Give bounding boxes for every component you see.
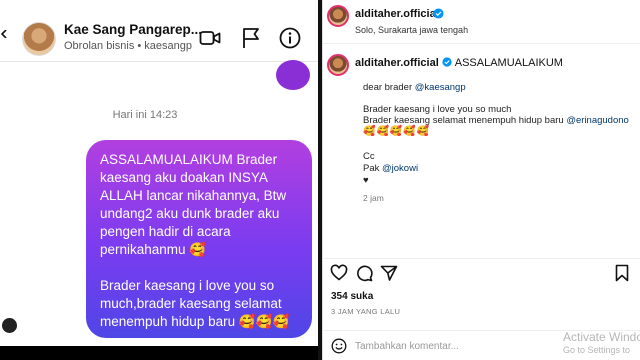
mention-kaesangp[interactable]: @kaesangp: [415, 82, 466, 93]
caption-time-ago: 2 jam: [363, 193, 384, 203]
caption-author-avatar[interactable]: [327, 54, 349, 76]
back-icon[interactable]: [0, 30, 8, 38]
windows-activation-watermark: Activate Windo: [563, 330, 640, 344]
contact-subtitle: Obrolan bisnis • kaesangp: [64, 40, 192, 52]
caption-header: alditaher.official ASSALAMUALAIKUM: [355, 57, 563, 69]
chat-timestamp: Hari ini 14:23: [112, 109, 178, 121]
verified-icon: [433, 8, 444, 19]
emoji-smiling-hearts-group: 🥰🥰🥰: [238, 314, 290, 330]
share-icon[interactable]: [380, 264, 398, 282]
emoji-smiling-hearts: 🥰: [189, 242, 207, 258]
windows-activation-subtext: Go to Settings to: [563, 345, 631, 355]
heart-icon[interactable]: [330, 264, 348, 282]
screenshot-root: Kae Sang Pangarep... Obrolan bisnis • ka…: [0, 0, 640, 360]
caption-pak-line: Pak @jokowi: [363, 163, 419, 174]
caption-cc: Cc: [363, 151, 375, 162]
info-icon[interactable]: [279, 27, 301, 49]
comment-icon[interactable]: [355, 264, 373, 282]
post-location[interactable]: Solo, Surakarta jawa tengah: [355, 25, 468, 35]
caption-line-selamat: Brader kaesang selamat menempuh hidup ba…: [363, 115, 629, 126]
previous-message-bubble: [276, 60, 310, 90]
smile-icon[interactable]: [331, 338, 347, 354]
dm-header: Kae Sang Pangarep... Obrolan bisnis • ka…: [0, 0, 318, 62]
message-text-1: ASSALAMUALAIKUM Brader kaesang aku doaka…: [100, 152, 287, 258]
message-bubble[interactable]: ASSALAMUALAIKUM Brader kaesang aku doaka…: [86, 140, 312, 338]
instagram-post-panel: alditaher.official Solo, Surakarta jawa …: [322, 0, 640, 360]
mention-erinagudono[interactable]: @erinagudono: [566, 115, 628, 126]
bookmark-icon[interactable]: [613, 264, 631, 282]
contact-name[interactable]: Kae Sang Pangarep...: [64, 22, 202, 37]
caption-line-dear: dear brader @kaesangp: [363, 82, 466, 93]
dm-panel: Kae Sang Pangarep... Obrolan bisnis • ka…: [0, 0, 318, 360]
contact-avatar[interactable]: [22, 22, 56, 56]
caption-heart: ♥: [363, 175, 369, 186]
message-text-2: Brader kaesang i love you so much,brader…: [100, 278, 290, 330]
comment-input[interactable]: Tambahkan komentar...: [355, 341, 459, 352]
mention-jokowi[interactable]: @jokowi: [382, 163, 418, 174]
caption-username[interactable]: alditaher.official: [355, 57, 439, 69]
posted-time: 3 JAM YANG LALU: [331, 307, 401, 316]
post-author-avatar[interactable]: [327, 5, 349, 27]
flag-icon[interactable]: [240, 27, 262, 49]
caption-greeting: ASSALAMUALAIKUM: [454, 57, 563, 69]
dm-bottom-bar: [0, 346, 318, 360]
caption-emojis: 🥰🥰🥰🥰🥰: [363, 126, 431, 137]
sender-avatar: [2, 318, 17, 333]
video-icon[interactable]: [199, 27, 221, 49]
caption-line-love: Brader kaesang i love you so much: [363, 104, 512, 115]
post-header: alditaher.official Solo, Surakarta jawa …: [323, 0, 640, 44]
post-username[interactable]: alditaher.official: [355, 8, 439, 20]
verified-icon: [442, 57, 452, 67]
likes-count[interactable]: 354 suka: [331, 291, 373, 302]
